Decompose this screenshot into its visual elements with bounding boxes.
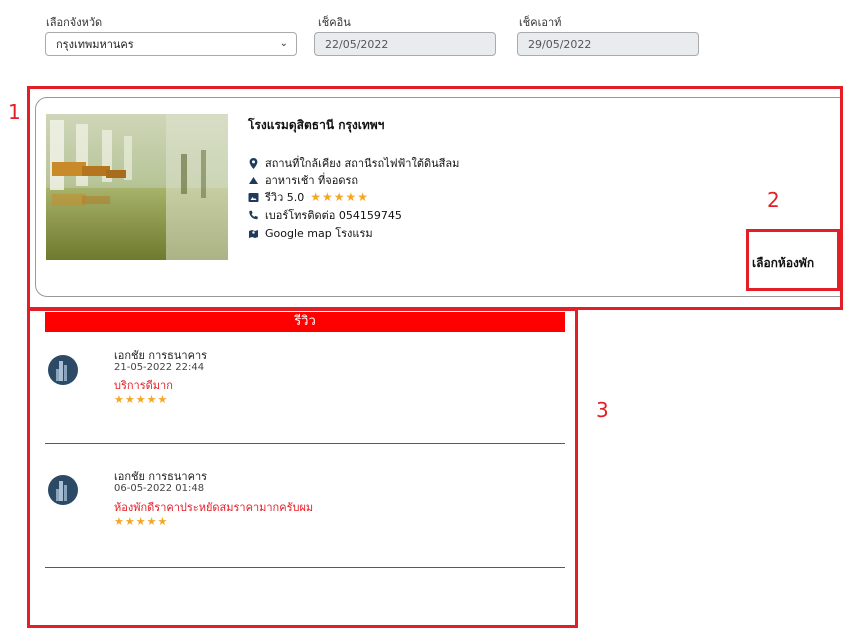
review-divider bbox=[45, 443, 565, 444]
annotation-box-1 bbox=[27, 86, 843, 310]
annotation-label-2: 2 bbox=[767, 188, 780, 212]
checkout-label: เช็คเอาท์ bbox=[519, 16, 562, 29]
province-value: กรุงเทพมหานคร bbox=[56, 38, 134, 51]
checkin-field[interactable]: 22/05/2022 bbox=[314, 32, 496, 56]
annotation-label-3: 3 bbox=[596, 398, 609, 422]
annotation-box-2 bbox=[746, 229, 840, 291]
checkout-value: 29/05/2022 bbox=[528, 37, 592, 51]
review-date: 21-05-2022 22:44 bbox=[114, 362, 205, 373]
avatar bbox=[48, 355, 78, 385]
province-select[interactable]: กรุงเทพมหานคร ⌄ bbox=[45, 32, 297, 56]
review-stars: ★★★★★ bbox=[114, 515, 169, 528]
province-label: เลือกจังหวัด bbox=[46, 16, 103, 29]
checkin-label: เช็คอิน bbox=[318, 16, 351, 29]
review-text: ห้องพักดีราคาประหยัดสมราคามากครับผม bbox=[114, 501, 314, 514]
review-divider bbox=[45, 567, 565, 568]
annotation-box-3 bbox=[27, 308, 578, 628]
annotation-label-1: 1 bbox=[8, 100, 21, 124]
review-text: บริการดีมาก bbox=[114, 379, 173, 392]
review-stars: ★★★★★ bbox=[114, 393, 169, 406]
checkout-field[interactable]: 29/05/2022 bbox=[517, 32, 699, 56]
review-date: 06-05-2022 01:48 bbox=[114, 483, 205, 494]
reviews-header: รีวิว bbox=[45, 312, 565, 332]
avatar bbox=[48, 475, 78, 505]
checkin-value: 22/05/2022 bbox=[325, 37, 389, 51]
chevron-down-icon: ⌄ bbox=[279, 38, 288, 49]
